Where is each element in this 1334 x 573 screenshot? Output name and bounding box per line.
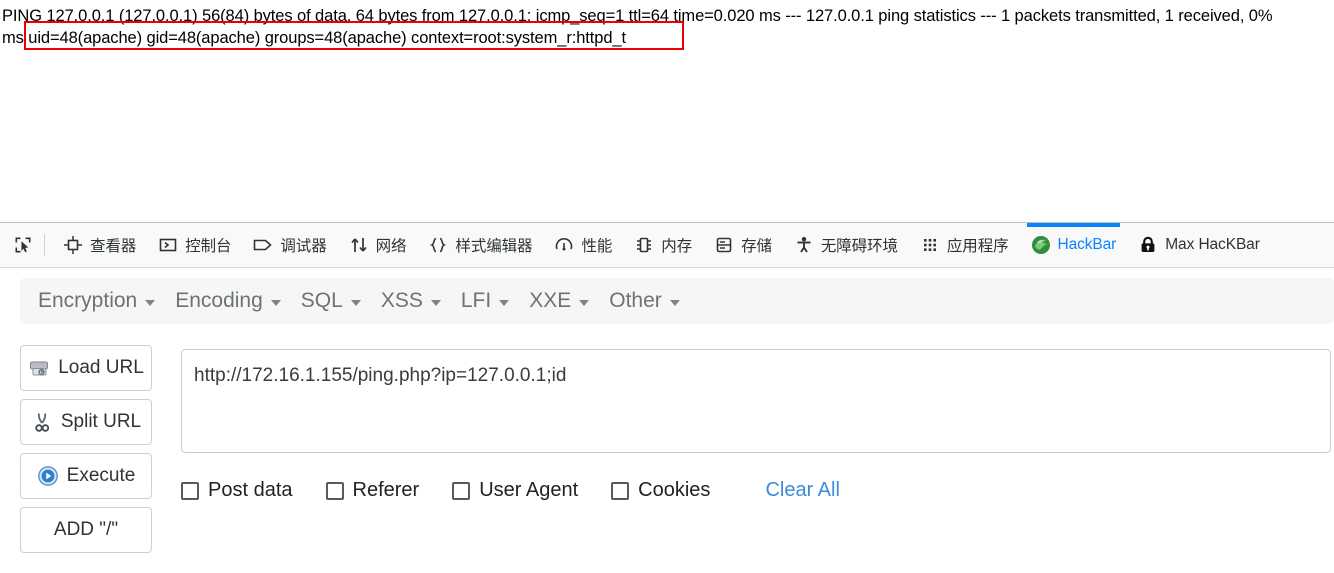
menu-label: Encryption (38, 289, 138, 312)
menu-encoding[interactable]: Encoding (171, 289, 297, 313)
chevron-down-icon (350, 299, 361, 306)
menu-label: Encoding (175, 289, 263, 312)
hackbar-options-row: Post data Referer User Agent Cookies Cle… (181, 479, 840, 502)
button-label: Split URL (60, 411, 142, 432)
play-icon (37, 465, 59, 487)
option-label: User Agent (479, 479, 579, 501)
option-label: Cookies (638, 479, 711, 501)
network-arrows-icon (349, 235, 369, 255)
chevron-down-icon (579, 299, 590, 306)
tab-debugger[interactable]: 调试器 (242, 223, 337, 268)
tab-style-editor[interactable]: 样式编辑器 (417, 223, 543, 268)
menu-xss[interactable]: XSS (377, 289, 457, 313)
tab-label: 存储 (741, 238, 772, 255)
tab-max-hackbar[interactable]: Max HacKBar (1127, 223, 1271, 268)
menu-xxe[interactable]: XXE (525, 289, 605, 313)
load-url-button[interactable]: Load URL (20, 345, 152, 391)
button-label: ADD "/" (53, 519, 119, 540)
tab-label: 应用程序 (946, 238, 1009, 255)
accessibility-icon (794, 235, 814, 255)
menu-label: SQL (300, 289, 343, 312)
tab-label: Max HacKBar (1165, 236, 1260, 253)
split-url-button[interactable]: Split URL (20, 399, 152, 445)
tab-label: 网络 (375, 238, 407, 255)
menu-label: Other (609, 289, 662, 312)
menu-label: LFI (460, 289, 492, 312)
cookies-checkbox[interactable] (611, 481, 630, 500)
padlock-icon (1138, 235, 1158, 255)
console-icon (158, 235, 178, 255)
element-picker-icon[interactable] (7, 229, 39, 261)
user-agent-checkbox[interactable] (452, 481, 471, 500)
tab-label: 控制台 (185, 238, 232, 255)
tab-hackbar[interactable]: HackBar (1020, 222, 1128, 268)
hackbar-logo-icon (1031, 235, 1051, 255)
menu-sql[interactable]: SQL (297, 289, 377, 313)
devtools-panel: 查看器 控制台 调试器 网络 样式编辑器 性能 内存 存储 无障碍环境 应用程序… (0, 222, 1334, 573)
menu-label: XXE (529, 289, 572, 312)
add-slash-button[interactable]: ADD "/" (20, 507, 152, 553)
tab-application[interactable]: 应用程序 (909, 223, 1020, 268)
clear-all-link[interactable]: Clear All (765, 479, 839, 502)
button-label: Execute (66, 465, 136, 486)
tab-inspector[interactable]: 查看器 (52, 223, 147, 268)
storage-icon (714, 235, 734, 255)
tab-label: 样式编辑器 (455, 238, 533, 255)
ping-output-line-1: PING 127.0.0.1 (127.0.0.1) 56(84) bytes … (2, 7, 1273, 25)
tab-label: 无障碍环境 (820, 238, 898, 255)
menu-label: XSS (380, 289, 423, 312)
chevron-down-icon (270, 299, 281, 306)
gauge-icon (554, 235, 574, 255)
execute-button[interactable]: Execute (20, 453, 152, 499)
menu-other[interactable]: Other (605, 289, 696, 313)
scanner-icon (28, 357, 50, 379)
tab-label: HackBar (1057, 236, 1117, 253)
chevron-down-icon (499, 299, 510, 306)
option-post-data[interactable]: Post data (181, 479, 293, 502)
url-input[interactable] (181, 349, 1331, 453)
chevron-down-icon (145, 299, 156, 306)
toolbar-divider (44, 234, 45, 256)
tab-console[interactable]: 控制台 (147, 223, 242, 268)
tab-performance[interactable]: 性能 (543, 223, 623, 268)
chevron-down-icon (669, 299, 680, 306)
debugger-icon (253, 235, 273, 255)
grid-icon (920, 235, 940, 255)
braces-icon (428, 235, 448, 255)
tab-accessibility[interactable]: 无障碍环境 (783, 223, 909, 268)
option-label: Post data (208, 479, 293, 501)
tab-network[interactable]: 网络 (338, 223, 418, 268)
devtools-tab-strip: 查看器 控制台 调试器 网络 样式编辑器 性能 内存 存储 无障碍环境 应用程序… (0, 222, 1334, 268)
option-referer[interactable]: Referer (325, 479, 420, 502)
scissors-icon (31, 411, 53, 433)
menu-encryption[interactable]: Encryption (34, 289, 171, 313)
button-label: Load URL (58, 357, 144, 378)
tab-label: 内存 (661, 238, 693, 255)
option-cookies[interactable]: Cookies (611, 479, 710, 502)
tab-label: 调试器 (280, 238, 327, 255)
option-user-agent[interactable]: User Agent (452, 479, 578, 502)
chevron-down-icon (430, 299, 441, 306)
target-icon (63, 235, 83, 255)
menu-lfi[interactable]: LFI (457, 289, 525, 313)
tab-memory[interactable]: 内存 (623, 223, 703, 268)
hackbar-action-buttons: Load URL Split URL Execute ADD "/" (20, 345, 154, 561)
tab-label: 性能 (581, 238, 613, 255)
memory-chip-icon (634, 235, 654, 255)
browser-page-output: PING 127.0.0.1 (127.0.0.1) 56(84) bytes … (0, 0, 1334, 222)
post-data-checkbox[interactable] (181, 481, 199, 500)
referer-checkbox[interactable] (325, 481, 344, 500)
option-label: Referer (352, 479, 420, 501)
tab-storage[interactable]: 存储 (703, 223, 783, 268)
hackbar-menu-bar: Encryption Encoding SQL XSS LFI XXE Othe… (20, 278, 1334, 324)
tab-label: 查看器 (90, 238, 137, 255)
id-command-output-line-2: ms uid=48(apache) gid=48(apache) groups=… (2, 29, 626, 47)
